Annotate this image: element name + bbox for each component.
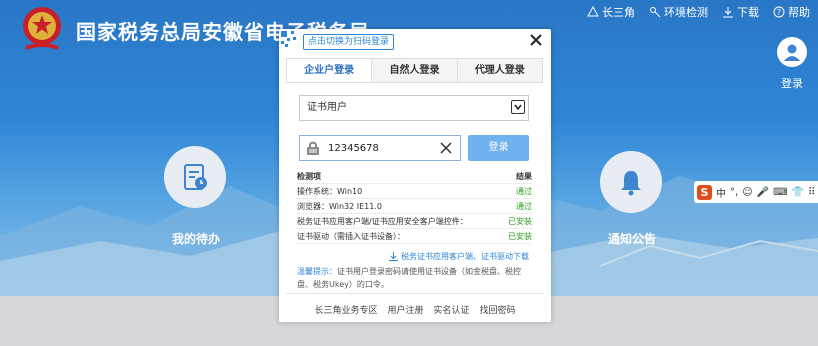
close-icon[interactable] [529,33,543,47]
login-modal: 点击切换为扫码登录 企业户登录 自然人登录 代理人登录 证书用户 1234567… [279,29,551,322]
topnav-item-env-check[interactable]: 环境检测 [649,4,708,20]
keyboard-icon: ⌨ [773,186,788,198]
download-link-text: 税务证书应用客户端、证书驱动下载 [401,252,529,261]
check-row: 证书驱动（需插入证书设备）： 已安装 [297,229,532,244]
topnav-label: 长三角 [602,6,635,19]
password-field[interactable]: 12345678 [299,135,461,161]
check-header-item: 检测项 [297,172,321,181]
check-result: 通过 [516,202,532,211]
ime-toolbar[interactable]: S 中 °, ☺ 🎤 ⌨ 👕 ⠿ [694,181,818,203]
environment-check-table: 检测项 结果 操作系统：Win10 通过 浏览器：Win32 IE11.0 通过… [297,169,532,244]
notice-tile[interactable] [600,151,662,213]
tab-enterprise[interactable]: 企业户登录 [287,59,373,82]
check-row: 浏览器：Win32 IE11.0 通过 [297,199,532,214]
lock-icon [307,141,319,155]
check-result: 通过 [516,187,532,196]
help-icon: ? [773,6,785,18]
my-todo-label: 我的待办 [172,232,221,246]
top-navigation: 长三角 环境检测 下载 ? 帮助 [587,4,810,20]
modal-footer-links: 长三角业务专区 用户注册 实名认证 找回密码 [279,303,551,316]
check-row: 操作系统：Win10 通过 [297,184,532,199]
cert-user-select[interactable]: 证书用户 [299,95,529,121]
check-item: 税务证书应用客户端/证书应用安全客户端控件： [297,217,468,226]
check-item: 操作系统：Win10 [297,187,363,196]
check-item: 证书驱动（需插入证书设备）： [297,232,405,241]
divider [286,293,544,294]
login-button[interactable]: 登录 [468,135,529,161]
clipboard-clock-icon [184,164,207,190]
tab-agent[interactable]: 代理人登录 [458,59,542,82]
download-icon [723,7,733,18]
check-header: 检测项 结果 [297,169,532,184]
download-icon [389,252,398,261]
qrcode-icon[interactable] [279,29,301,51]
user-avatar-button[interactable] [777,37,807,67]
login-link[interactable]: 登录 [781,75,803,91]
notice-label: 通知公告 [608,232,657,246]
topnav-label: 下载 [737,6,759,19]
select-value: 证书用户 [307,102,347,113]
check-row: 税务证书应用客户端/证书应用安全客户端控件： 已安装 [297,214,532,229]
shirt-icon: 👕 [791,186,804,198]
emoji-icon: ☺ [742,186,753,198]
bell-icon [621,171,641,196]
check-header-result: 结果 [516,172,532,181]
link-real-name-auth[interactable]: 实名认证 [434,303,470,316]
grid-icon: ⠿ [807,186,816,198]
topnav-item-region[interactable]: 长三角 [587,4,635,20]
link-register[interactable]: 用户注册 [387,303,423,316]
topnav-label: 环境检测 [664,6,708,19]
chevron-down-icon [511,100,525,114]
tab-individual[interactable]: 自然人登录 [372,59,458,82]
svg-text:?: ? [777,8,781,17]
clear-icon[interactable] [440,142,452,154]
link-recover-password[interactable]: 找回密码 [480,303,516,316]
topnav-item-help[interactable]: ? 帮助 [773,4,810,20]
topnav-label: 帮助 [788,6,810,19]
switch-to-qr-login[interactable]: 点击切换为扫码登录 [303,34,395,50]
mic-icon: 🎤 [756,186,770,198]
punctuation-icon: °, [730,186,739,198]
tax-emblem-logo [23,7,61,50]
my-todo-tile[interactable] [164,146,226,208]
wrench-icon [650,7,661,18]
tip-text: 温馨提示：证书用户登录密码请使用证书设备（如金税盘、税控盘、税务Ukey）的口令… [297,265,533,291]
password-value: 12345678 [328,142,379,154]
sogou-icon: S [697,184,712,200]
tip-label: 温馨提示： [297,267,337,276]
login-type-tabs: 企业户登录 自然人登录 代理人登录 [286,58,543,83]
topnav-item-download[interactable]: 下载 [722,4,759,20]
check-item: 浏览器：Win32 IE11.0 [297,202,382,211]
ime-mode: 中 [716,188,726,200]
region-icon [587,6,599,17]
user-icon [784,44,800,61]
driver-download-link[interactable]: 税务证书应用客户端、证书驱动下载 [389,251,529,262]
check-result: 已安装 [508,217,532,226]
check-result: 已安装 [508,232,532,241]
link-yangtze-zone[interactable]: 长三角业务专区 [314,303,377,316]
